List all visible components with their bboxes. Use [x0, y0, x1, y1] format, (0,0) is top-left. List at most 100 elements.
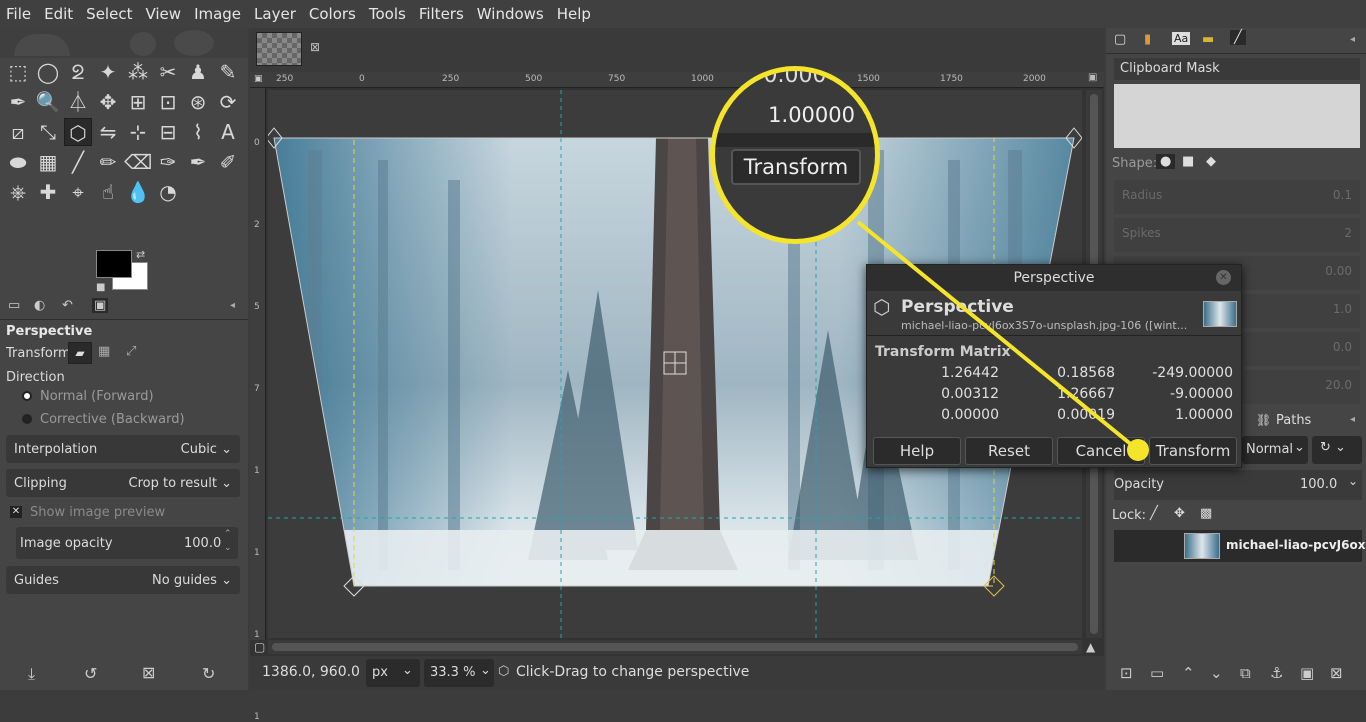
tool-zoom-icon[interactable]: 🔍 [34, 88, 62, 116]
direction-normal-radio[interactable] [22, 391, 32, 401]
square-shape-icon[interactable]: ■ [1182, 154, 1194, 169]
spin-down-icon[interactable]: ⌄ [224, 543, 232, 553]
zoom-lock-icon[interactable]: ▣ [1088, 72, 1097, 83]
menu-filters[interactable]: Filters [419, 5, 464, 23]
device-status-tab-icon[interactable]: ◐ [34, 298, 45, 313]
tool-scissors-select-icon[interactable]: ✂ [154, 58, 182, 86]
gradients-tab-icon[interactable]: ▬ [1202, 32, 1214, 47]
tool-shear-icon[interactable]: ⧄ [4, 118, 32, 146]
menu-colors[interactable]: Colors [309, 5, 356, 23]
lock-pixels-icon[interactable]: ╱ [1150, 506, 1158, 521]
menu-file[interactable]: File [6, 5, 31, 23]
toggle-mask-icon[interactable]: ▢ [254, 640, 265, 654]
tool-handle-transform-icon[interactable]: ⊹ [124, 118, 152, 146]
brush-option-slider[interactable]: Radius 0.1 [1114, 180, 1360, 214]
menu-image[interactable]: Image [194, 5, 241, 23]
tool-crop-icon[interactable]: ⊡ [154, 88, 182, 116]
zoom-select[interactable]: 33.3 % ⌄ [424, 659, 494, 687]
menu-edit[interactable]: Edit [44, 5, 73, 23]
delete-options-icon[interactable]: ⊠ [142, 663, 155, 682]
tool-paths-icon[interactable]: ✎ [214, 58, 242, 86]
tool-color-select-icon[interactable]: ⁂ [124, 58, 152, 86]
tool-unified-transform-icon[interactable]: ⊛ [184, 88, 212, 116]
close-icon[interactable]: ⊠ [310, 40, 320, 54]
tool-smudge-icon[interactable]: ☝ [94, 178, 122, 206]
layer-row[interactable]: michael-liao-pcvJ6ox3S7o [1114, 530, 1366, 562]
circle-shape-icon[interactable]: ● [1156, 154, 1176, 169]
tool-text-icon[interactable]: A [214, 118, 242, 146]
tool-options-tab-icon[interactable]: ▭ [8, 298, 20, 313]
cancel-button[interactable]: Cancel [1057, 437, 1145, 465]
anchor-layer-icon[interactable]: ⚓ [1270, 664, 1283, 682]
duplicate-layer-icon[interactable]: ⧉ [1240, 664, 1251, 682]
restore-options-icon[interactable]: ↺ [84, 664, 97, 683]
menu-layer[interactable]: Layer [254, 5, 296, 23]
brushes-tab-icon[interactable]: ▢ [1114, 32, 1126, 47]
brush-option-slider[interactable]: Spikes 2 [1114, 218, 1360, 252]
swap-colors-icon[interactable]: ⇄ [136, 248, 145, 261]
paths-tab-icon[interactable]: ⛓ [1256, 413, 1271, 427]
foreground-color[interactable] [96, 250, 132, 278]
navigate-icon[interactable]: ▲ [1086, 640, 1095, 654]
reset-button[interactable]: Reset [965, 437, 1053, 465]
menu-help[interactable]: Help [557, 5, 591, 23]
undo-history-tab-icon[interactable]: ↶ [62, 298, 73, 313]
tool-scale-icon[interactable]: ⤡ [34, 118, 62, 146]
lock-position-icon[interactable]: ✥ [1174, 506, 1185, 521]
horizontal-scrollbar[interactable] [268, 640, 1082, 654]
image-thumbnail[interactable] [256, 32, 302, 66]
menu-view[interactable]: View [145, 5, 181, 23]
menu-tools[interactable]: Tools [369, 5, 406, 23]
spin-icon[interactable]: ⌄ [1348, 474, 1358, 488]
tool-clone-icon[interactable]: ⎈ [4, 178, 32, 206]
tool-free-select-icon[interactable]: ᘖ [64, 58, 92, 86]
transform-selection-icon[interactable]: ▦ [98, 344, 110, 359]
tool-align-icon[interactable]: ⊞ [124, 88, 152, 116]
tool-perspective-clone-icon[interactable]: ⌖ [64, 178, 92, 206]
menu-select[interactable]: Select [86, 5, 132, 23]
tool-rect-select-icon[interactable]: ⬚ [4, 58, 32, 86]
help-button[interactable]: Help [873, 437, 961, 465]
tool-pencil-icon[interactable]: ✏ [94, 148, 122, 176]
brush-name-field[interactable]: Clipboard Mask [1114, 58, 1360, 80]
default-colors-icon[interactable]: ■ [96, 282, 105, 293]
paint-dynamics-tab-icon[interactable]: ╱ [1230, 30, 1246, 45]
paths-tab-label[interactable]: Paths [1276, 413, 1311, 428]
tool-cage-icon[interactable]: ⊟ [154, 118, 182, 146]
spin-up-icon[interactable]: ⌃ [224, 529, 232, 539]
direction-corrective-radio[interactable] [22, 414, 32, 424]
images-tab-icon[interactable]: ▣ [92, 298, 109, 313]
tool-mypaint-icon[interactable]: ✐ [214, 148, 242, 176]
tool-measure-icon[interactable]: ⏃ [64, 88, 92, 116]
layer-mode-switch-icon[interactable]: ↻ ⌄ [1312, 436, 1362, 464]
dialog-titlebar[interactable]: Perspective ✕ [867, 265, 1241, 291]
transform-path-icon[interactable]: ⤢ [126, 344, 136, 359]
guides-select[interactable]: Guides No guides ⌄ [6, 566, 240, 594]
tool-paintbrush-icon[interactable]: ╱ [64, 148, 92, 176]
diamond-shape-icon[interactable]: ◆ [1206, 154, 1216, 169]
lock-alpha-icon[interactable]: ▩ [1200, 506, 1212, 521]
tool-foreground-select-icon[interactable]: ♟ [184, 58, 212, 86]
panel-menu-icon[interactable]: ◂ [230, 300, 235, 311]
tool-warp-icon[interactable]: ⌇ [184, 118, 212, 146]
lower-layer-icon[interactable]: ⌄ [1210, 664, 1223, 682]
image-opacity-slider[interactable]: Image opacity 100.0 ⌃ ⌄ [16, 527, 238, 559]
transform-layer-icon[interactable]: ▰ [68, 342, 92, 364]
clipping-select[interactable]: Clipping Crop to result ⌄ [6, 469, 240, 497]
save-options-icon[interactable]: ⤓ [28, 664, 35, 684]
tool-fuzzy-select-icon[interactable]: ✦ [94, 58, 122, 86]
tool-heal-icon[interactable]: ✚ [34, 178, 62, 206]
reset-options-icon[interactable]: ↻ [202, 664, 215, 683]
new-group-icon[interactable]: ▭ [1150, 664, 1164, 682]
new-layer-icon[interactable]: ⊡ [1120, 664, 1133, 682]
transform-button[interactable]: Transform [1149, 437, 1237, 465]
tool-flip-icon[interactable]: ⇋ [94, 118, 122, 146]
delete-layer-icon[interactable]: ⊠ [1330, 664, 1343, 682]
tool-rotate-icon[interactable]: ⟳ [214, 88, 242, 116]
vertical-ruler[interactable]: 0 2 5 7 1 1 1 1 [250, 88, 266, 722]
unit-select[interactable]: px ⌄ [366, 659, 420, 687]
tool-ellipse-select-icon[interactable]: ◯ [34, 58, 62, 86]
horizontal-ruler[interactable]: 2500250500750100012501500175020002250 [250, 72, 1129, 88]
tool-gradient-icon[interactable]: ▦ [34, 148, 62, 176]
patterns-tab-icon[interactable]: ▮ [1144, 32, 1151, 47]
